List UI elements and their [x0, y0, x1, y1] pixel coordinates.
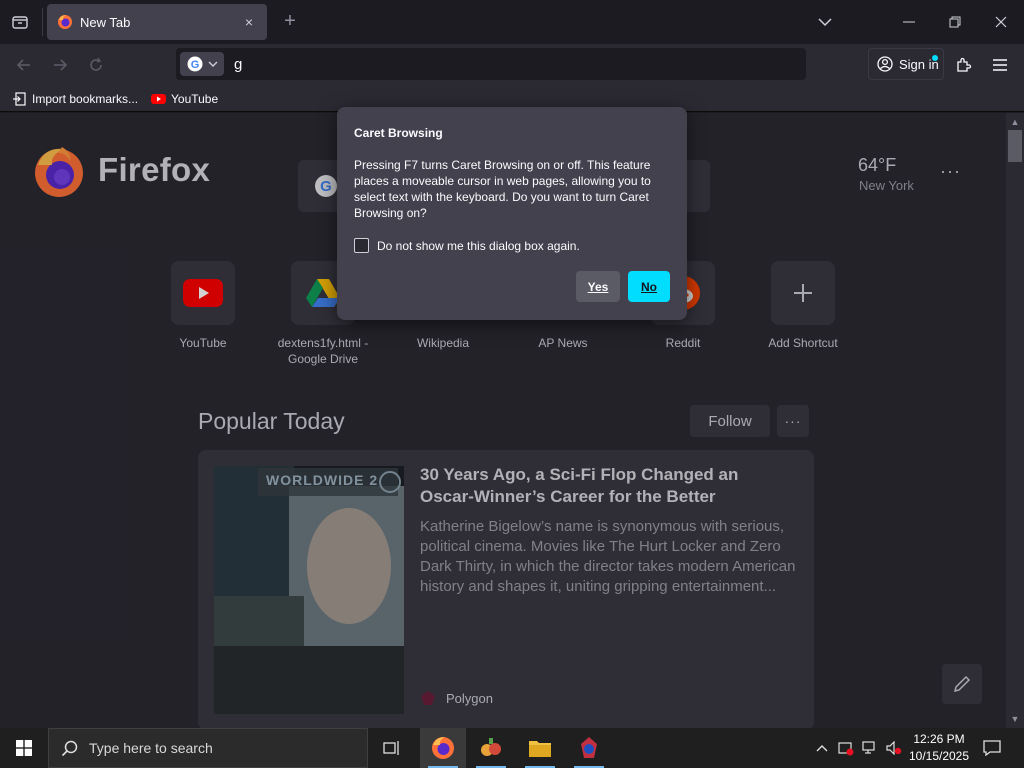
youtube-icon: [151, 94, 166, 104]
url-input-value[interactable]: g: [234, 56, 242, 73]
chevron-up-icon[interactable]: [814, 740, 830, 756]
taskbar-app-icon[interactable]: [566, 728, 612, 768]
tab-list-icon[interactable]: [8, 10, 32, 34]
windows-taskbar: Type here to search 12:26 PM 10/15/2025: [0, 728, 1024, 768]
dialog-message: Pressing F7 turns Caret Browsing on or o…: [354, 158, 651, 220]
import-icon: [13, 92, 26, 106]
chevron-down-icon: [208, 61, 217, 67]
no-button[interactable]: No: [628, 271, 670, 302]
minimize-icon[interactable]: [886, 0, 932, 44]
scroll-down-arrow-icon[interactable]: ▼: [1008, 712, 1022, 726]
back-icon[interactable]: [11, 52, 37, 78]
restore-icon[interactable]: [932, 0, 978, 44]
taskbar-search-box[interactable]: Type here to search: [48, 728, 368, 768]
google-icon: G: [187, 56, 202, 72]
search-engine-button[interactable]: G: [180, 52, 224, 76]
taskbar-clock[interactable]: 12:26 PM 10/15/2025: [904, 731, 974, 765]
task-view-icon[interactable]: [369, 728, 415, 768]
dialog-title: Caret Browsing: [354, 126, 443, 140]
bookmark-label: Import bookmarks...: [32, 92, 139, 106]
tab-strip: New Tab × +: [0, 0, 1024, 44]
search-icon: [61, 740, 78, 757]
tray-app-icon[interactable]: [838, 740, 854, 756]
tab-separator: [42, 8, 43, 36]
scrollbar[interactable]: [1006, 113, 1024, 728]
bookmark-import[interactable]: Import bookmarks...: [12, 90, 138, 108]
taskbar-firefox-icon[interactable]: [420, 728, 466, 768]
sign-in-button[interactable]: Sign in: [868, 48, 944, 80]
notification-center-icon[interactable]: [980, 736, 1004, 760]
notification-dot: [932, 55, 938, 61]
list-all-tabs-chevron-icon[interactable]: [802, 0, 848, 44]
caret-browsing-dialog: Caret Browsing Pressing F7 turns Caret B…: [337, 107, 687, 320]
file-explorer-icon[interactable]: [517, 728, 563, 768]
scroll-up-arrow-icon[interactable]: ▲: [1008, 115, 1022, 129]
navigation-toolbar: G g Sign in: [0, 44, 1024, 86]
extensions-puzzle-icon[interactable]: [952, 53, 976, 77]
url-bar[interactable]: G g: [176, 48, 806, 80]
network-icon[interactable]: [862, 740, 878, 756]
volume-muted-icon[interactable]: [886, 740, 902, 756]
taskbar-search-placeholder: Type here to search: [89, 740, 213, 756]
firefox-icon: [58, 15, 72, 29]
forward-icon[interactable]: [47, 52, 73, 78]
bookmark-label: YouTube: [171, 92, 219, 106]
hamburger-menu-icon[interactable]: [988, 53, 1012, 77]
account-icon: [877, 56, 893, 72]
new-tab-button[interactable]: +: [280, 11, 300, 32]
taskbar-app-icon[interactable]: [468, 728, 514, 768]
tab-title: New Tab: [80, 14, 131, 30]
close-icon[interactable]: ×: [241, 14, 257, 30]
reload-icon[interactable]: [83, 52, 109, 78]
bookmark-youtube[interactable]: YouTube: [151, 90, 218, 108]
clock-date: 10/15/2025: [908, 749, 970, 763]
clock-time: 12:26 PM: [913, 732, 965, 746]
tab-new-tab[interactable]: New Tab ×: [47, 4, 267, 40]
windows-start-icon[interactable]: [0, 728, 48, 768]
checkbox-label[interactable]: Do not show me this dialog box again.: [377, 239, 580, 253]
svg-text:G: G: [190, 59, 199, 71]
scrollbar-thumb[interactable]: [1008, 130, 1022, 162]
yes-button[interactable]: Yes: [576, 271, 620, 302]
window-close-icon[interactable]: [978, 0, 1024, 44]
do-not-show-checkbox[interactable]: [354, 238, 369, 253]
